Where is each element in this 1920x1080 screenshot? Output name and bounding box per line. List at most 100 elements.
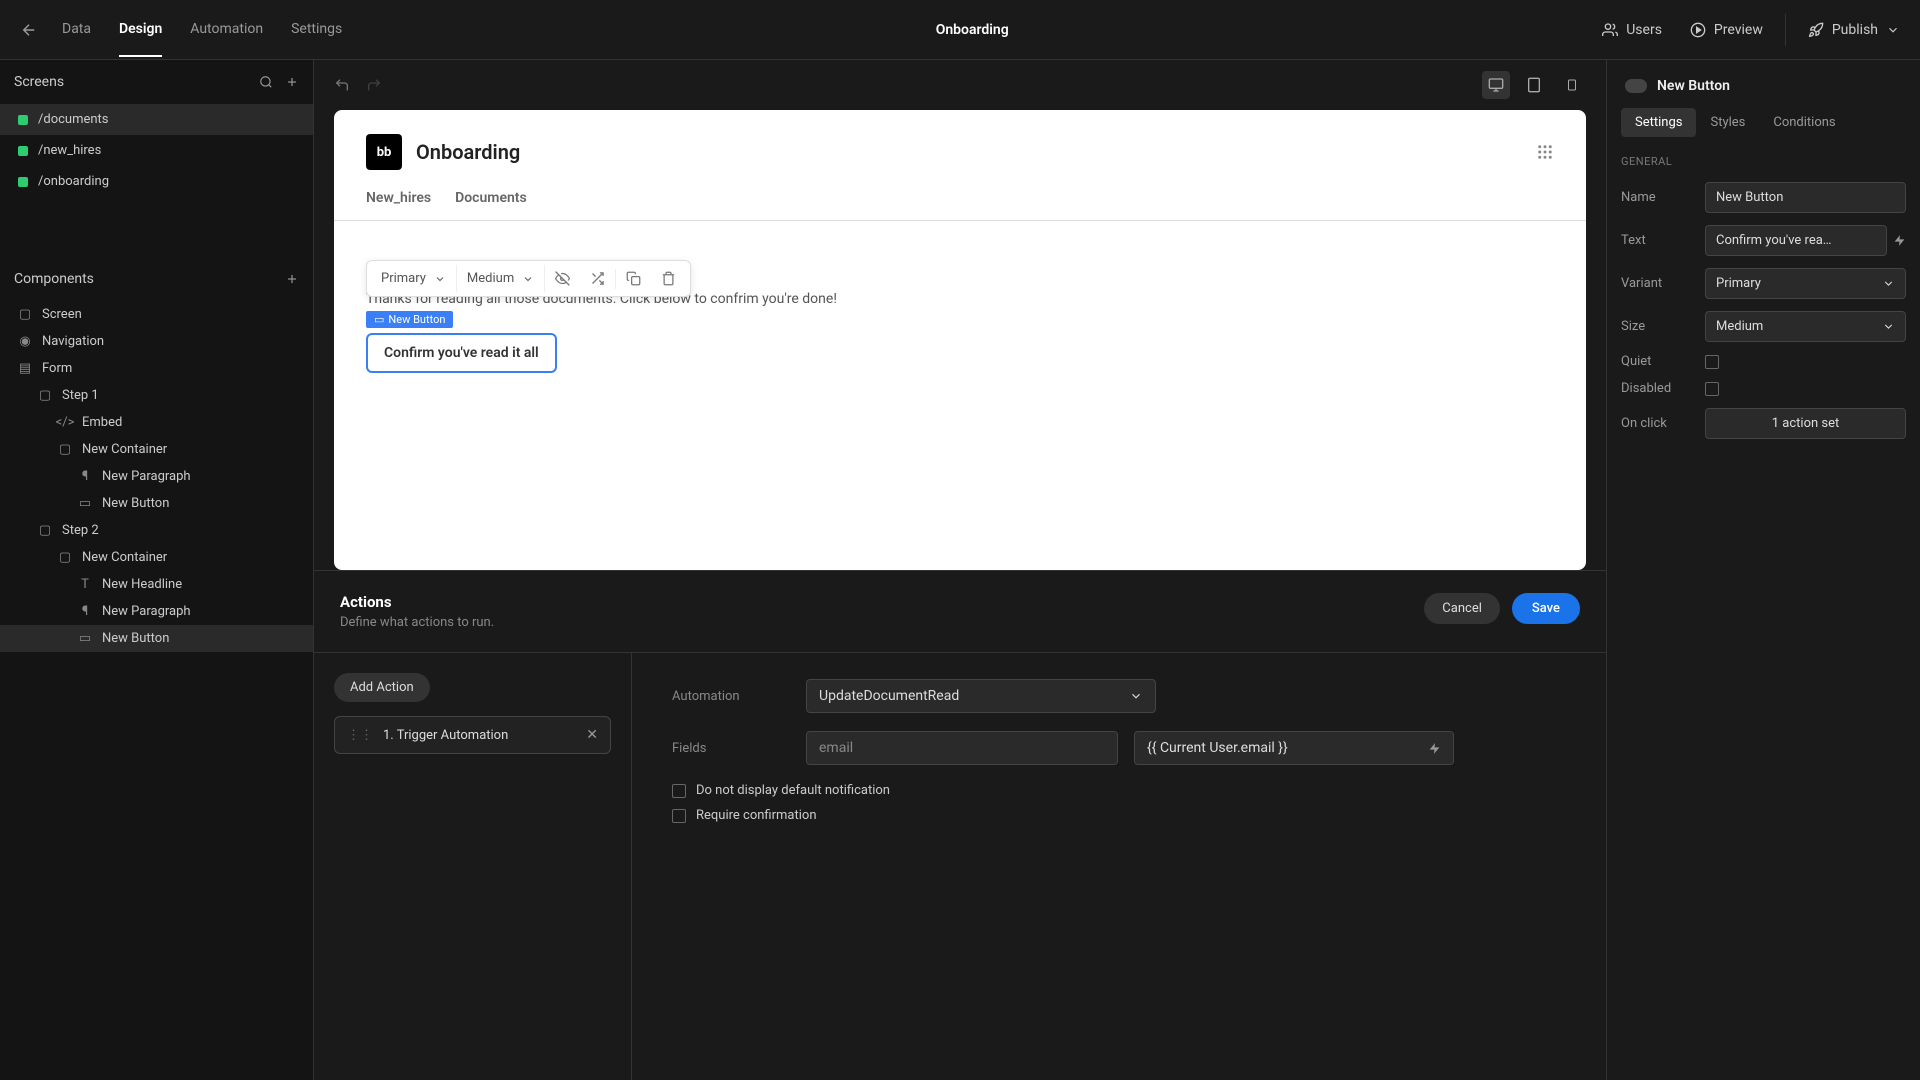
name-input[interactable]: New Button — [1705, 182, 1906, 213]
random-icon[interactable] — [580, 265, 615, 292]
tree-button2[interactable]: ▭ New Button — [0, 625, 313, 652]
confirm-button[interactable]: Confirm you've read it all — [366, 333, 557, 373]
automation-value: UpdateDocumentRead — [819, 688, 959, 704]
delete-icon[interactable] — [651, 265, 686, 292]
canvas-nav-new-hires[interactable]: New_hires — [366, 190, 431, 220]
tree-container2[interactable]: ▢New Container — [0, 544, 313, 571]
tree-label: Form — [42, 361, 72, 376]
chevron-down-icon — [1886, 23, 1900, 37]
tree-step1[interactable]: ▢Step 1 — [0, 382, 313, 409]
tree-label: New Container — [82, 442, 167, 457]
quiet-checkbox[interactable] — [1705, 355, 1719, 369]
chevron-down-icon — [434, 273, 446, 285]
text-input[interactable]: Confirm you've rea… — [1705, 225, 1887, 256]
tree-paragraph2[interactable]: ¶New Paragraph — [0, 598, 313, 625]
drag-handle-icon[interactable]: ⋮⋮ — [347, 728, 373, 743]
topbar-right: Users Preview Publish — [1602, 14, 1900, 46]
button-icon: ▭ — [78, 632, 92, 646]
nav-settings[interactable]: Settings — [291, 21, 342, 57]
name-label: Name — [1621, 190, 1705, 205]
cancel-button[interactable]: Cancel — [1424, 593, 1500, 624]
tree-step2[interactable]: ▢Step 2 — [0, 517, 313, 544]
undo-button[interactable] — [334, 77, 350, 93]
nav-design[interactable]: Design — [119, 21, 162, 57]
right-panel-tabs: Settings Styles Conditions — [1621, 108, 1906, 137]
screen-onboarding[interactable]: /onboarding — [0, 166, 313, 197]
tree-container1[interactable]: ▢ New Container — [0, 436, 313, 463]
element-toolbar: Primary Medium — [366, 260, 691, 297]
back-button[interactable] — [20, 21, 38, 39]
redo-button[interactable] — [366, 77, 382, 93]
screen-label: /new_hires — [38, 143, 101, 158]
right-panel-header: New Button — [1621, 74, 1906, 108]
require-confirm-checkbox-row[interactable]: Require confirmation — [672, 808, 1566, 823]
nav-automation[interactable]: Automation — [190, 21, 263, 57]
step-icon: ▢ — [38, 389, 52, 403]
tree-label: New Paragraph — [102, 604, 191, 619]
variant-select[interactable]: Primary — [371, 265, 457, 292]
size-select[interactable]: Medium — [457, 265, 545, 292]
button-icon: ▭ — [78, 497, 92, 511]
selection-tag: ▭New Button — [366, 311, 453, 328]
tree-navigation[interactable]: ◉Navigation — [0, 328, 313, 355]
tree-form[interactable]: ▤Form — [0, 355, 313, 382]
field-value-text: {{ Current User.email }} — [1147, 740, 1288, 756]
onclick-button[interactable]: 1 action set — [1705, 408, 1906, 439]
disabled-checkbox[interactable] — [1705, 382, 1719, 396]
tree-embed[interactable]: </>Embed — [0, 409, 313, 436]
users-button[interactable]: Users — [1602, 22, 1662, 38]
checkbox[interactable] — [672, 809, 686, 823]
add-action-button[interactable]: Add Action — [334, 673, 430, 702]
preview-button[interactable]: Preview — [1690, 22, 1763, 38]
screen-dot-icon — [18, 115, 28, 125]
tab-conditions[interactable]: Conditions — [1759, 108, 1849, 137]
hide-icon[interactable] — [545, 265, 580, 292]
tree-screen[interactable]: ▢Screen — [0, 301, 313, 328]
tab-settings[interactable]: Settings — [1621, 108, 1696, 137]
chevron-down-icon — [1882, 320, 1895, 333]
canvas-toolbar — [314, 60, 1606, 110]
bolt-icon[interactable] — [1428, 742, 1441, 755]
checkbox[interactable] — [672, 784, 686, 798]
screen-new-hires[interactable]: /new_hires — [0, 135, 313, 166]
save-button[interactable]: Save — [1512, 593, 1580, 624]
field-value-input[interactable]: {{ Current User.email }} — [1134, 731, 1454, 765]
canvas-nav-documents[interactable]: Documents — [455, 190, 527, 220]
canvas-title: Onboarding — [416, 140, 520, 164]
device-tablet[interactable] — [1520, 71, 1548, 99]
container-icon: ▢ — [58, 443, 72, 457]
variant-select[interactable]: Primary — [1705, 268, 1906, 299]
automation-select[interactable]: UpdateDocumentRead — [806, 679, 1156, 713]
remove-action-icon[interactable]: ✕ — [586, 727, 598, 743]
copy-icon[interactable] — [616, 265, 651, 292]
grid-menu-icon[interactable] — [1536, 143, 1554, 161]
quiet-label: Quiet — [1621, 354, 1705, 369]
nav-data[interactable]: Data — [62, 21, 91, 57]
field-name-input[interactable]: email — [806, 731, 1118, 765]
add-component-icon[interactable] — [285, 272, 299, 286]
tree-button1[interactable]: ▭New Button — [0, 490, 313, 517]
add-screen-icon[interactable] — [285, 75, 299, 89]
size-select[interactable]: Medium — [1705, 311, 1906, 342]
tree-headline[interactable]: TNew Headline — [0, 571, 313, 598]
components-title: Components — [14, 271, 94, 287]
topbar-left: Data Design Automation Settings — [20, 21, 342, 39]
tree-label: Embed — [82, 415, 122, 430]
paragraph-icon: ¶ — [78, 470, 92, 484]
actions-drawer: Actions Define what actions to run. Canc… — [314, 570, 1606, 1080]
tab-styles[interactable]: Styles — [1696, 108, 1759, 137]
publish-button[interactable]: Publish — [1808, 22, 1900, 38]
tree-paragraph1[interactable]: ¶New Paragraph — [0, 463, 313, 490]
components-section: Components ▢Screen ◉Navigation ▤Form ▢St… — [0, 257, 313, 652]
actions-title: Actions — [340, 593, 494, 611]
action-item[interactable]: ⋮⋮ 1. Trigger Automation ✕ — [334, 716, 611, 754]
top-nav: Data Design Automation Settings — [62, 21, 342, 39]
search-icon[interactable] — [259, 75, 273, 89]
device-mobile[interactable] — [1558, 71, 1586, 99]
device-desktop[interactable] — [1482, 71, 1510, 99]
screen-documents[interactable]: /documents — [0, 104, 313, 135]
right-panel-title: New Button — [1657, 78, 1730, 94]
bolt-icon[interactable] — [1893, 234, 1906, 247]
no-notif-checkbox-row[interactable]: Do not display default notification — [672, 783, 1566, 798]
tree-label: New Button — [102, 631, 169, 646]
